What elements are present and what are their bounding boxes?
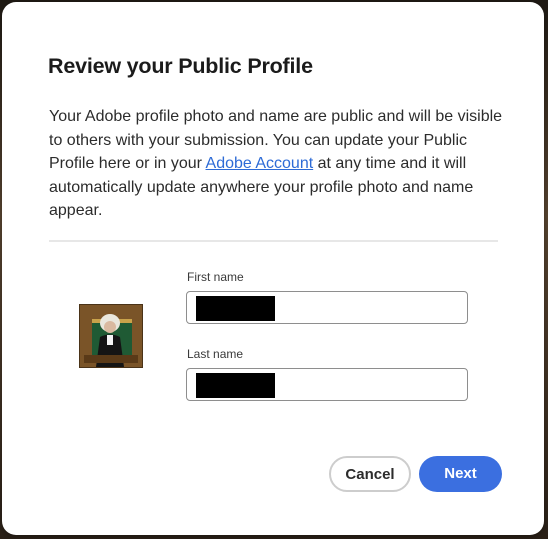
last-name-label: Last name bbox=[187, 347, 244, 361]
adobe-account-link[interactable]: Adobe Account bbox=[206, 155, 314, 172]
profile-photo-image bbox=[80, 305, 142, 367]
divider bbox=[49, 240, 498, 242]
first-name-input[interactable] bbox=[186, 291, 468, 324]
redacted-first-name bbox=[196, 296, 275, 321]
next-button[interactable]: Next bbox=[419, 456, 502, 492]
profile-photo[interactable] bbox=[79, 304, 143, 368]
profile-review-dialog: Review your Public Profile Your Adobe pr… bbox=[2, 2, 544, 535]
last-name-input[interactable] bbox=[186, 368, 468, 401]
redacted-last-name bbox=[196, 373, 275, 398]
cancel-button[interactable]: Cancel bbox=[329, 456, 411, 492]
first-name-label: First name bbox=[187, 270, 244, 284]
dialog-description: Your Adobe profile photo and name are pu… bbox=[49, 105, 505, 223]
dialog-title: Review your Public Profile bbox=[48, 54, 313, 78]
